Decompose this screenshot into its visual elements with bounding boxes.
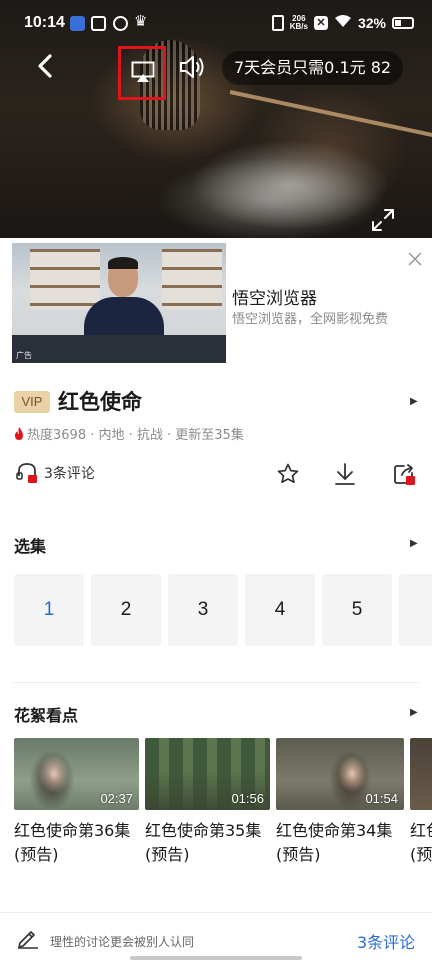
ad-desk bbox=[12, 335, 226, 363]
episode-button[interactable]: 1 bbox=[14, 574, 84, 646]
clip-thumbnail[interactable]: 01:54 bbox=[276, 738, 404, 810]
video-frame-prop bbox=[229, 90, 432, 140]
video-player[interactable]: 10:14 ♛ 206 KB/s ✕ 32% 7天会员只需0.1元 82 bbox=[0, 0, 432, 238]
notification-app-icon bbox=[91, 16, 106, 31]
show-meta-text: 热度3698 · 内地 · 抗战 · 更新至35集 bbox=[27, 428, 244, 443]
wifi-icon bbox=[334, 14, 352, 31]
clip-duration: 01:56 bbox=[231, 791, 264, 806]
notification-app-icon bbox=[70, 16, 85, 31]
clip-card[interactable]: 01:56 红色使命第35集 (预告) bbox=[145, 738, 270, 867]
ad-title[interactable]: 悟空浏览器 bbox=[232, 284, 317, 309]
show-meta: 热度3698 · 内地 · 抗战 · 更新至35集 bbox=[14, 424, 244, 443]
clip-title-line: (预告) bbox=[276, 845, 321, 864]
clip-card-partial[interactable]: 红色 (预告 bbox=[410, 738, 432, 867]
pencil-icon bbox=[18, 931, 38, 949]
ad-banner[interactable]: 广告 悟空浏览器 悟空浏览器，全网影视免费 bbox=[0, 238, 432, 368]
clip-title-line: 红色 bbox=[410, 821, 432, 840]
chevron-right-icon[interactable]: ▶ bbox=[410, 396, 418, 407]
clip-list: 02:37 红色使命第36集 (预告) 01:56 红色使命第35集 (预告) … bbox=[14, 738, 432, 867]
comment-input-placeholder[interactable]: 理性的讨论更会被别人认同 bbox=[50, 933, 194, 950]
episode-button[interactable]: 4 bbox=[245, 574, 315, 646]
vip-badge: VIP bbox=[14, 391, 50, 413]
chevron-right-icon[interactable]: ▶ bbox=[410, 538, 418, 549]
comments-link[interactable]: 3条评论 bbox=[16, 462, 95, 484]
crown-icon: ♛ bbox=[134, 12, 148, 30]
status-time: 10:14 bbox=[24, 14, 65, 31]
chevron-right-icon[interactable]: ▶ bbox=[410, 707, 418, 718]
ad-description: 悟空浏览器，全网影视免费 bbox=[232, 312, 389, 327]
episode-button[interactable]: 5 bbox=[322, 574, 392, 646]
status-indicators: 206 KB/s ✕ 32% bbox=[271, 14, 414, 31]
clip-title-line: 红色使命第36集 bbox=[14, 821, 131, 840]
cast-icon bbox=[131, 61, 155, 82]
ad-image[interactable]: 广告 bbox=[12, 243, 226, 363]
notification-app-icon bbox=[113, 16, 128, 31]
network-speed: 206 KB/s bbox=[289, 14, 308, 31]
volume-icon[interactable] bbox=[178, 54, 206, 80]
vip-promo-banner[interactable]: 7天会员只需0.1元 82 bbox=[222, 51, 404, 85]
section-divider bbox=[14, 682, 418, 683]
vibrate-icon bbox=[271, 14, 284, 31]
comments-button[interactable]: 3条评论 bbox=[357, 929, 415, 953]
clip-title-line: 红色使命第35集 bbox=[145, 821, 262, 840]
episode-list: 1 2 3 4 5 bbox=[14, 574, 432, 646]
ad-tag: 广告 bbox=[16, 351, 32, 360]
home-indicator bbox=[130, 956, 302, 960]
clip-thumbnail[interactable] bbox=[410, 738, 432, 810]
star-icon[interactable] bbox=[277, 463, 299, 485]
clip-title-line: (预告) bbox=[14, 845, 59, 864]
show-title[interactable]: 红色使命 bbox=[58, 386, 142, 416]
clip-card[interactable]: 02:37 红色使命第36集 (预告) bbox=[14, 738, 139, 867]
cast-button-highlight[interactable] bbox=[118, 46, 166, 100]
clip-title-line: 红色使命第34集 bbox=[276, 821, 393, 840]
clip-title: 红色使命第34集 (预告) bbox=[276, 819, 404, 867]
clip-title-line: (预告 bbox=[410, 845, 432, 864]
battery-level: 32% bbox=[357, 14, 386, 31]
clip-duration: 01:54 bbox=[365, 791, 398, 806]
clip-duration: 02:37 bbox=[100, 791, 133, 806]
network-speed-unit: KB/s bbox=[289, 21, 308, 31]
clip-thumbnail[interactable]: 02:37 bbox=[14, 738, 139, 810]
flame-icon bbox=[15, 427, 23, 440]
clip-card[interactable]: 01:54 红色使命第34集 (预告) bbox=[276, 738, 404, 867]
episode-button-partial[interactable] bbox=[399, 574, 432, 646]
clip-title: 红色使命第35集 (预告) bbox=[145, 819, 270, 867]
clip-title: 红色使命第36集 (预告) bbox=[14, 819, 139, 867]
clip-title: 红色 (预告 bbox=[410, 819, 432, 867]
close-icon[interactable] bbox=[408, 252, 422, 266]
ad-bookshelf bbox=[162, 249, 222, 309]
back-arrow-icon[interactable] bbox=[32, 52, 60, 80]
clips-section-title: 花絮看点 bbox=[14, 706, 79, 725]
clip-title-line: (预告) bbox=[145, 845, 190, 864]
share-icon[interactable] bbox=[392, 462, 416, 486]
x-app-icon: ✕ bbox=[313, 15, 328, 30]
battery-icon bbox=[392, 16, 414, 29]
comment-icon bbox=[16, 463, 37, 483]
download-icon[interactable] bbox=[334, 462, 356, 486]
fullscreen-icon[interactable] bbox=[370, 207, 396, 233]
episode-button[interactable]: 2 bbox=[91, 574, 161, 646]
comment-count: 3条评论 bbox=[44, 466, 95, 482]
clip-thumbnail[interactable]: 01:56 bbox=[145, 738, 270, 810]
video-frame-figure bbox=[190, 140, 390, 230]
episodes-section-title: 选集 bbox=[14, 537, 47, 556]
status-bar: 10:14 ♛ 206 KB/s ✕ 32% bbox=[0, 10, 432, 40]
episode-button[interactable]: 3 bbox=[168, 574, 238, 646]
